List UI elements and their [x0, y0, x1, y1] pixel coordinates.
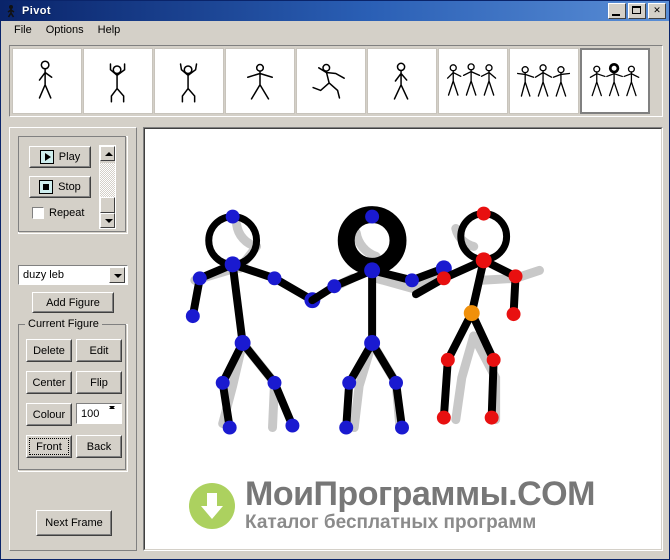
watermark-title: МоиПрограммы.COM [245, 475, 595, 514]
stickman-icon [4, 4, 18, 18]
close-button[interactable]: ✕ [648, 3, 666, 19]
frame-thumbnail-6[interactable] [367, 48, 437, 114]
playback-group: Play Stop Repeat [18, 136, 128, 234]
repeat-label: Repeat [49, 207, 85, 219]
figure-right[interactable] [411, 206, 523, 425]
play-icon [39, 150, 54, 164]
speed-scrollbar[interactable] [99, 145, 116, 229]
frame-thumbnail-3[interactable] [154, 48, 224, 114]
scrollbar-thumb[interactable] [100, 197, 115, 213]
scale-spinner-arrows[interactable] [106, 404, 120, 423]
next-frame-label: Next Frame [45, 517, 103, 529]
center-label: Center [32, 376, 66, 389]
center-button[interactable]: Center [26, 371, 72, 394]
delete-label: Delete [33, 344, 65, 357]
menu-bar: File Options Help [1, 21, 669, 40]
minimize-button[interactable] [608, 3, 626, 19]
title-bar: Pivot ✕ [1, 1, 669, 21]
scrollbar-down-button[interactable] [100, 213, 115, 228]
repeat-checkbox[interactable]: Repeat [32, 207, 84, 219]
current-figure-group-label: Current Figure [25, 318, 102, 330]
repeat-checkbox-box [32, 207, 44, 219]
animation-canvas[interactable]: МоиПрограммы.COM Каталог бесплатных прог… [143, 127, 663, 551]
frame-thumbnail-5[interactable] [296, 48, 366, 114]
menu-item-options[interactable]: Options [39, 23, 91, 37]
maximize-button[interactable] [628, 3, 646, 19]
scale-value: 100 [81, 407, 100, 420]
play-label: Play [58, 151, 81, 163]
pivot-window: Pivot ✕ File Options Help Play Stop Repe… [0, 0, 670, 560]
add-figure-button[interactable]: Add Figure [32, 292, 114, 313]
back-label: Back [86, 440, 112, 453]
front-button[interactable]: Front [26, 435, 72, 458]
chevron-down-icon[interactable] [109, 267, 125, 283]
menu-item-help[interactable]: Help [91, 23, 128, 37]
next-frame-button[interactable]: Next Frame [36, 510, 112, 536]
frame-thumbnail-1[interactable] [12, 48, 82, 114]
scale-spinner[interactable]: 100 [76, 403, 122, 424]
scrollbar-up-button[interactable] [100, 146, 115, 161]
colour-label: Colour [32, 408, 66, 421]
window-title: Pivot [22, 5, 51, 17]
delete-button[interactable]: Delete [26, 339, 72, 362]
stop-icon [39, 180, 54, 194]
stop-button[interactable]: Stop [29, 176, 91, 198]
colour-button[interactable]: Colour [26, 403, 72, 426]
back-button[interactable]: Back [76, 435, 122, 458]
figure-left[interactable] [185, 209, 321, 435]
figure-middle[interactable] [308, 206, 452, 435]
frame-thumbnail-9[interactable] [580, 48, 650, 114]
window-controls: ✕ [608, 3, 667, 19]
add-figure-label: Add Figure [46, 296, 100, 309]
watermark-subtitle: Каталог бесплатных программ [245, 512, 537, 534]
frame-thumbnail-4[interactable] [225, 48, 295, 114]
edit-button[interactable]: Edit [76, 339, 122, 362]
play-button[interactable]: Play [29, 146, 91, 168]
watermark: МоиПрограммы.COM Каталог бесплатных прог… [189, 477, 595, 535]
frame-thumbnail-2[interactable] [83, 48, 153, 114]
front-label: Front [36, 440, 62, 453]
stop-label: Stop [58, 181, 81, 193]
download-circle-icon [189, 483, 235, 530]
close-icon: ✕ [653, 5, 661, 15]
flip-button[interactable]: Flip [76, 371, 122, 394]
menu-item-file[interactable]: File [7, 23, 39, 37]
figure-select-value: duzy leb [23, 269, 64, 281]
figure-select-combobox[interactable]: duzy leb [18, 265, 128, 285]
figure-right-root-joint[interactable] [463, 305, 480, 322]
control-panel: Play Stop Repeat duzy leb Add Figure Cur… [9, 127, 137, 551]
edit-label: Edit [89, 344, 109, 357]
frame-thumbnail-8[interactable] [509, 48, 579, 114]
frames-toolbar[interactable] [9, 45, 663, 117]
frame-thumbnail-7[interactable] [438, 48, 508, 114]
current-figure-group: Current Figure Delete Edit Center Flip C… [18, 318, 128, 472]
flip-label: Flip [90, 376, 108, 389]
